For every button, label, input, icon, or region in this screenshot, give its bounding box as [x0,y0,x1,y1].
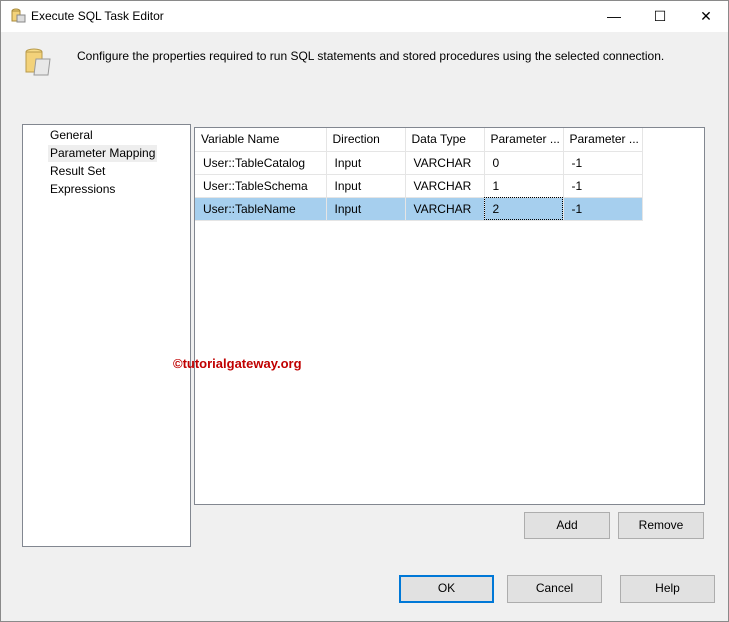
cell[interactable]: Input [326,174,406,198]
cell[interactable]: Input [326,197,406,221]
navigation-pane: General Parameter Mapping Result Set Exp… [22,124,191,547]
remove-button[interactable]: Remove [618,512,704,539]
sql-task-icon [11,8,26,23]
parameter-grid: Variable Name Direction Data Type Parame… [194,127,705,505]
cell[interactable]: -1 [563,197,643,221]
nav-item-expressions[interactable]: Expressions [48,181,117,198]
cell[interactable]: 1 [484,174,564,198]
table-row[interactable]: User::TableSchema Input VARCHAR 1 -1 [195,174,643,198]
help-button[interactable]: Help [620,575,715,603]
watermark: ©tutorialgateway.org [173,356,302,371]
ok-button[interactable]: OK [399,575,494,603]
header-row: Variable Name Direction Data Type Parame… [195,128,643,152]
cell[interactable]: User::TableCatalog [195,151,327,175]
close-button[interactable]: ✕ [683,1,729,32]
cancel-button[interactable]: Cancel [507,575,602,603]
cell[interactable]: VARCHAR [405,151,485,175]
window-title: Execute SQL Task Editor [31,9,164,23]
cell[interactable]: -1 [563,151,643,175]
nav-item-parameter-mapping[interactable]: Parameter Mapping [48,145,158,162]
cell[interactable]: -1 [563,174,643,198]
column-header[interactable]: Data Type [405,128,485,152]
sql-task-icon [25,48,51,76]
column-header[interactable]: Direction [326,128,406,152]
cell[interactable]: Input [326,151,406,175]
table-row[interactable]: User::TableCatalog Input VARCHAR 0 -1 [195,151,643,175]
nav-item-result-set[interactable]: Result Set [48,163,107,180]
table-row-selected[interactable]: User::TableName Input VARCHAR 2 -1 [195,197,643,221]
description-text: Configure the properties required to run… [77,49,665,63]
maximize-button[interactable]: ☐ [637,1,683,32]
minimize-button[interactable]: — [591,1,637,32]
cell[interactable]: VARCHAR [405,197,485,221]
column-header[interactable]: Variable Name [195,128,327,152]
cell-focused[interactable]: 2 [484,197,564,221]
cell[interactable]: VARCHAR [405,174,485,198]
cell[interactable]: User::TableSchema [195,174,327,198]
cell[interactable]: User::TableName [195,197,327,221]
cell[interactable]: 0 [484,151,564,175]
column-header[interactable]: Parameter ... [484,128,564,152]
title-bar: Execute SQL Task Editor — ☐ ✕ [1,1,728,32]
nav-item-general[interactable]: General [48,127,95,144]
column-header[interactable]: Parameter ... [563,128,643,152]
add-button[interactable]: Add [524,512,610,539]
